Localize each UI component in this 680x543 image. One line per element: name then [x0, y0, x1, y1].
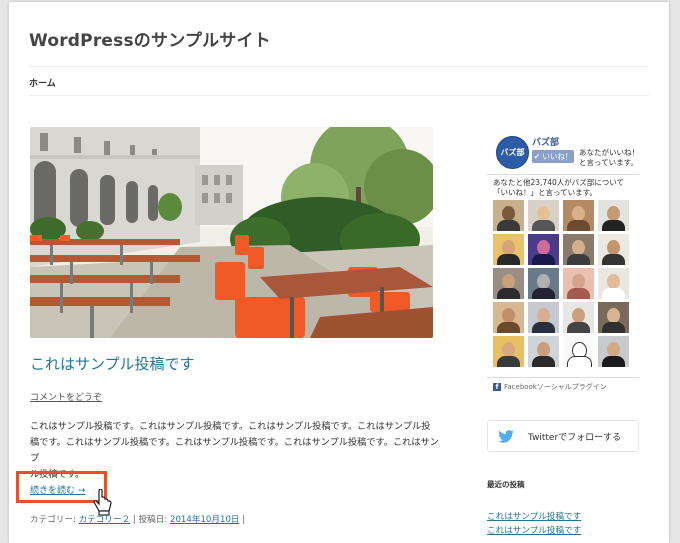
twitter-follow-button[interactable]: Twitterでフォローする [487, 420, 639, 452]
fan-avatar-grid [493, 200, 633, 367]
recent-posts-title: 最近の投稿 [487, 480, 525, 489]
date-link[interactable]: 2014年10月10日 [170, 515, 240, 525]
comment-link[interactable]: コメントをどうぞ [30, 390, 102, 403]
fan-avatar[interactable] [598, 200, 629, 231]
fan-avatar[interactable] [493, 200, 524, 231]
fan-avatar[interactable] [598, 268, 629, 299]
post-title[interactable]: これはサンプル投稿です [30, 353, 195, 374]
facebook-plugin-credit[interactable]: f Facebookソーシャルプラグイン [493, 382, 607, 392]
recent-post-link[interactable]: これはサンプル投稿です [487, 524, 581, 536]
site-title[interactable]: WordPressのサンプルサイト [29, 26, 271, 51]
facebook-plugin-label: Facebookソーシャルプラグイン [504, 383, 607, 391]
meta-separator: | [242, 515, 246, 525]
nav-item-home[interactable]: ホーム [29, 76, 56, 89]
meta-separator: | [132, 515, 136, 525]
twitter-follow-label: Twitterでフォローする [528, 432, 622, 443]
like-count-text: あなたと他23,740人がバズ部について「いいね！」と言っています。 [493, 178, 625, 197]
fan-avatar[interactable] [528, 336, 559, 367]
fan-avatar[interactable] [493, 302, 524, 333]
category-link[interactable]: カテゴリー２ [79, 515, 131, 525]
fan-avatar[interactable] [598, 234, 629, 265]
fan-avatar[interactable] [563, 302, 594, 333]
divider [487, 174, 639, 175]
post-meta: カテゴリー: カテゴリー２ | 投稿日: 2014年10月10日 | [30, 513, 245, 525]
like-button[interactable]: ✔ いいね！ [532, 150, 574, 163]
facebook-page-name[interactable]: バズ部 [532, 135, 559, 148]
nav-divider-bottom [29, 95, 649, 96]
read-more-link[interactable]: 続きを読む → [30, 483, 85, 496]
divider [487, 377, 639, 378]
page-avatar[interactable]: バズ部 [496, 136, 529, 169]
fan-avatar[interactable] [598, 336, 629, 367]
category-prefix: カテゴリー: [30, 515, 76, 525]
page: WordPressのサンプルサイト ホーム これはサンプル投稿です コメントをど… [9, 2, 669, 543]
fan-avatar[interactable] [493, 268, 524, 299]
fan-avatar[interactable] [563, 234, 594, 265]
fan-avatar[interactable] [528, 234, 559, 265]
fan-avatar[interactable] [493, 336, 524, 367]
fan-avatar[interactable] [493, 234, 524, 265]
post-body-line: これはサンプル投稿です。これはサンプル投稿です。これはサンプル投稿です。これはサ… [30, 421, 431, 432]
fan-avatar[interactable] [563, 268, 594, 299]
fan-avatar[interactable] [528, 302, 559, 333]
fan-avatar[interactable] [528, 268, 559, 299]
fan-avatar[interactable] [528, 200, 559, 231]
facebook-icon: f [493, 383, 501, 391]
nav-divider-top [29, 66, 649, 67]
fan-avatar[interactable] [563, 336, 594, 367]
post-body-line: 稿です。これはサンプル投稿です。これはサンプル投稿です。これはサンプル投稿です。… [30, 437, 439, 464]
twitter-bird-icon [498, 429, 514, 443]
fan-avatar[interactable] [563, 200, 594, 231]
featured-image[interactable] [30, 127, 433, 338]
like-status-text: あなたがいいね！と言っています。 [579, 148, 639, 167]
facebook-like-box: バズ部 バズ部 ✔ いいね！ あなたがいいね！と言っています。 あなたと他23,… [487, 128, 639, 392]
recent-post-link[interactable]: これはサンプル投稿です [487, 510, 581, 522]
date-prefix: 投稿日: [138, 515, 168, 525]
fan-avatar[interactable] [598, 302, 629, 333]
